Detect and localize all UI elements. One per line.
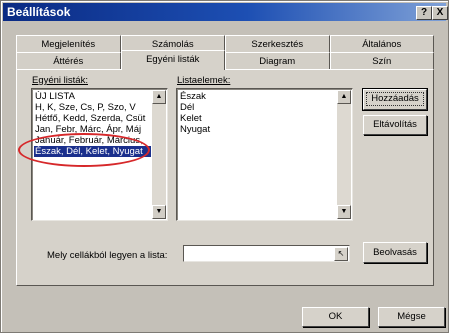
tab-atteres[interactable]: Áttérés (16, 52, 121, 70)
import-button-label: Beolvasás (373, 247, 417, 258)
import-button[interactable]: Beolvasás (363, 242, 427, 263)
custom-list-item[interactable]: Észak, Dél, Kelet, Nyugat (34, 146, 151, 157)
scroll-down-icon[interactable]: ▼ (337, 205, 351, 219)
list-entries-items: Észak Dél Kelet Nyugat (179, 91, 336, 135)
custom-list-item[interactable]: Január, Február, Március, (34, 135, 151, 146)
custom-lists-scrollbar[interactable]: ▲ ▼ (152, 90, 166, 219)
title-bar[interactable]: Beállítások ? X (3, 3, 448, 21)
import-field-label: Mely cellákból legyen a lista: (47, 250, 168, 261)
tab-row-top: Megjelenítés Számolás Szerkesztés Általá… (16, 35, 434, 52)
remove-button[interactable]: Eltávolítás (363, 115, 427, 135)
custom-lists-items: ÚJ LISTA H, K, Sze, Cs, P, Szo, V Hétfő, K… (34, 91, 151, 157)
list-entry-line[interactable]: Kelet (179, 113, 336, 124)
add-button-label: Hozzáadás (366, 92, 424, 106)
close-button[interactable]: X (432, 6, 448, 20)
add-button[interactable]: Hozzáadás (362, 88, 428, 111)
scroll-up-icon[interactable]: ▲ (152, 90, 166, 104)
tab-egyeni-listak[interactable]: Egyéni listák (120, 50, 225, 70)
list-entry-line[interactable]: Dél (179, 102, 336, 113)
custom-lists-label: Egyéni listák: (32, 75, 88, 86)
tab-row-bottom: Áttérés Egyéni listák Diagram Szín (16, 50, 434, 70)
scroll-up-icon[interactable]: ▲ (337, 90, 351, 104)
custom-list-item[interactable]: Hétfő, Kedd, Szerda, Csüt (34, 113, 151, 124)
custom-list-item[interactable]: ÚJ LISTA (34, 91, 151, 102)
collapse-dialog-icon[interactable]: ↖ (334, 247, 348, 261)
window-title: Beállítások (7, 5, 71, 19)
remove-button-label: Eltávolítás (373, 119, 417, 130)
tab-megjelenites[interactable]: Megjelenítés (16, 35, 121, 52)
import-range-input[interactable]: ↖ (183, 245, 350, 262)
list-entry-line[interactable]: Észak (179, 91, 336, 102)
tab-szerkesztes[interactable]: Szerkesztés (225, 35, 330, 52)
list-entries-textbox[interactable]: Észak Dél Kelet Nyugat ▲ ▼ (176, 88, 353, 221)
list-entries-label: Listaelemek: (177, 75, 231, 86)
custom-list-item[interactable]: H, K, Sze, Cs, P, Szo, V (34, 102, 151, 113)
import-range-value (184, 251, 186, 262)
ok-button[interactable]: OK (302, 307, 369, 327)
cancel-button[interactable]: Mégse (378, 307, 445, 327)
cancel-button-label: Mégse (397, 311, 426, 322)
tab-altalanos[interactable]: Általános (329, 35, 434, 52)
options-dialog: Beállítások ? X Megjelenítés Számolás Sz… (0, 0, 449, 333)
tab-diagram[interactable]: Diagram (225, 52, 330, 70)
list-entry-line[interactable]: Nyugat (179, 124, 336, 135)
list-entries-scrollbar[interactable]: ▲ ▼ (337, 90, 351, 219)
help-button[interactable]: ? (416, 6, 432, 20)
scroll-down-icon[interactable]: ▼ (152, 205, 166, 219)
tab-szin[interactable]: Szín (329, 52, 434, 70)
custom-list-item[interactable]: Jan, Febr, Márc, Ápr, Máj (34, 124, 151, 135)
ok-button-label: OK (328, 311, 343, 322)
custom-lists-listbox[interactable]: ÚJ LISTA H, K, Sze, Cs, P, Szo, V Hétfő, K… (31, 88, 168, 221)
